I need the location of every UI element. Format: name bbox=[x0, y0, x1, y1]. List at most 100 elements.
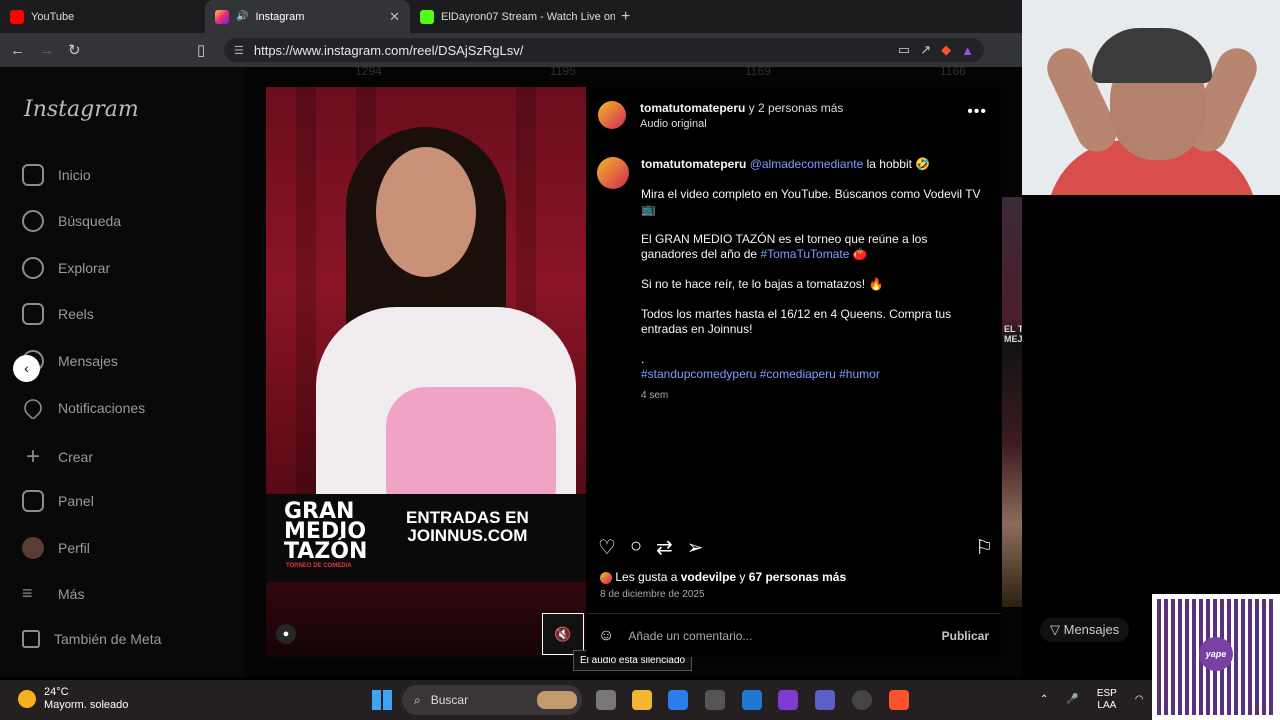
qr-pattern: yape bbox=[1157, 599, 1275, 715]
post-header-title: tomatutomateperu y 2 personas más bbox=[640, 101, 843, 115]
emoji-icon[interactable]: ☺ bbox=[598, 627, 614, 645]
reel-video[interactable]: GRAN MEDIO TAZÓN TORNEO DE COMEDIA ENTRA… bbox=[266, 87, 586, 657]
more-options-icon[interactable]: ••• bbox=[967, 103, 987, 121]
hashtags[interactable]: #standupcomedyperu #comediaperu #humor bbox=[641, 367, 981, 382]
tab-youtube[interactable]: YouTube bbox=[0, 0, 205, 33]
plus-icon: + bbox=[25, 443, 40, 470]
messages-label: Mensajes bbox=[1063, 622, 1120, 637]
cast-icon[interactable]: ▭ bbox=[898, 42, 910, 58]
app-icon[interactable] bbox=[705, 690, 725, 710]
caption-mention[interactable]: @almadecomediante bbox=[750, 157, 864, 171]
webcam-overlay bbox=[1022, 0, 1280, 195]
instagram-icon bbox=[215, 9, 229, 24]
heart-icon bbox=[20, 395, 46, 421]
weather-widget[interactable]: 24°C Mayorm. soleado bbox=[18, 686, 128, 712]
file-explorer-icon[interactable] bbox=[632, 690, 652, 710]
mute-button[interactable]: 🔇 bbox=[542, 613, 584, 655]
sidebar-item-label: Inicio bbox=[58, 167, 91, 183]
sidebar-item-dashboard[interactable]: Panel bbox=[22, 490, 94, 512]
hashtag-link[interactable]: #TomaTuTomate bbox=[760, 247, 849, 261]
sidebar-item-label: Perfil bbox=[58, 540, 90, 556]
bookmark-icon[interactable]: ▯ bbox=[197, 41, 205, 59]
sidebar-item-meta[interactable]: También de Meta bbox=[22, 630, 161, 648]
instagram-logo[interactable]: Instagram bbox=[24, 97, 139, 122]
chevron-up-icon[interactable]: ⌃ bbox=[1040, 694, 1048, 706]
forward-icon[interactable]: → bbox=[39, 42, 54, 59]
share-icon[interactable]: ➢ bbox=[687, 535, 704, 561]
visual-studio-icon[interactable] bbox=[778, 690, 798, 710]
brave-icon[interactable] bbox=[889, 690, 909, 710]
like-icon[interactable]: ♡ bbox=[598, 535, 616, 561]
face bbox=[376, 147, 476, 277]
tab-instagram[interactable]: 🔊 Instagram ✕ bbox=[205, 0, 410, 33]
audio-label[interactable]: Audio original bbox=[640, 118, 707, 130]
speaker-icon[interactable]: 🔊 bbox=[236, 11, 248, 22]
windows-start-icon[interactable] bbox=[372, 690, 392, 710]
messenger-icon: ▽ bbox=[1050, 622, 1060, 637]
comment-bar: ☺ Añade un comentario... Publicar bbox=[586, 613, 1001, 657]
likes-summary[interactable]: Les gusta a vodevilpe y 67 personas más bbox=[600, 570, 846, 584]
site-settings-icon[interactable]: ☰ bbox=[234, 44, 244, 57]
publish-button[interactable]: Publicar bbox=[942, 629, 989, 643]
search-highlight-icon bbox=[537, 691, 577, 709]
sidebar-item-explore[interactable]: Explorar bbox=[22, 257, 110, 279]
messages-bubble[interactable]: ▽ Mensajes bbox=[1040, 618, 1130, 642]
author-avatar[interactable] bbox=[598, 101, 626, 129]
language-indicator[interactable]: ESP LAA bbox=[1097, 688, 1117, 712]
taskbar-search[interactable]: ⌕ Buscar bbox=[402, 685, 582, 715]
close-tab-icon[interactable]: ✕ bbox=[389, 9, 400, 25]
liker-username[interactable]: vodevilpe bbox=[681, 570, 736, 584]
likes-prefix: Les gusta a bbox=[615, 570, 681, 584]
caption-paragraph: Si no te hace reír, te lo bajas a tomata… bbox=[641, 277, 884, 291]
caption-username[interactable]: tomatutomateperu bbox=[641, 157, 746, 171]
browser-tab-bar: YouTube 🔊 Instagram ✕ ElDayron07 Stream … bbox=[0, 0, 1022, 33]
sidebar-item-label: También de Meta bbox=[54, 631, 162, 647]
azure-icon[interactable] bbox=[742, 690, 762, 710]
author-username[interactable]: tomatutomateperu bbox=[640, 101, 745, 115]
wifi-icon[interactable]: ◠ bbox=[1135, 694, 1144, 706]
sidebar-item-label: Búsqueda bbox=[58, 213, 122, 229]
share-icon[interactable]: ↗ bbox=[920, 42, 931, 58]
comment-input[interactable]: Añade un comentario... bbox=[628, 629, 927, 643]
address-bar[interactable]: ☰ https://www.instagram.com/reel/DSAjSzR… bbox=[224, 38, 984, 62]
sidebar-item-more[interactable]: ≡ Más bbox=[22, 583, 84, 604]
reload-icon[interactable]: ↻ bbox=[68, 41, 81, 59]
url-text: https://www.instagram.com/reel/DSAjSzRgL… bbox=[253, 42, 524, 58]
brave-rewards-icon[interactable]: ▲ bbox=[961, 43, 974, 58]
back-icon[interactable]: ← bbox=[10, 42, 25, 59]
weather-text: Mayorm. soleado bbox=[44, 699, 129, 711]
previous-post-button[interactable]: ‹ bbox=[13, 355, 40, 382]
save-icon[interactable]: ⚐ bbox=[975, 535, 993, 561]
new-tab-icon[interactable]: + bbox=[621, 8, 630, 26]
task-view-icon[interactable] bbox=[596, 690, 616, 710]
sidebar-item-profile[interactable]: Perfil bbox=[22, 537, 90, 559]
sidebar-item-label: Más bbox=[58, 585, 85, 602]
sidebar-item-label: Reels bbox=[58, 306, 94, 322]
teams-icon[interactable] bbox=[815, 690, 835, 710]
sidebar-item-label: Crear bbox=[58, 449, 94, 465]
sidebar-item-create[interactable]: + Crear bbox=[22, 443, 93, 471]
sidebar-item-search[interactable]: Búsqueda bbox=[22, 210, 121, 232]
coauthors-text[interactable]: y 2 personas más bbox=[745, 101, 844, 115]
sidebar-item-home[interactable]: Inicio bbox=[22, 164, 91, 186]
comment-icon[interactable]: ○ bbox=[630, 535, 642, 561]
caption-paragraph: Todos los martes hasta el 16/12 en 4 Que… bbox=[641, 307, 952, 336]
caption-avatar[interactable] bbox=[597, 157, 629, 189]
microphone-icon[interactable]: 🎤 bbox=[1066, 694, 1078, 706]
caption-paragraph: Mira el video completo en YouTube. Búsca… bbox=[641, 187, 981, 216]
brave-shield-icon[interactable]: ◆ bbox=[941, 42, 951, 58]
muted-speaker-icon: 🔇 bbox=[554, 626, 572, 642]
likes-count[interactable]: 67 personas más bbox=[749, 570, 846, 584]
tab-title: YouTube bbox=[31, 10, 75, 23]
kick-icon bbox=[420, 9, 434, 24]
obs-icon[interactable] bbox=[852, 690, 872, 710]
sidebar-item-notifications[interactable]: Notificaciones bbox=[20, 395, 145, 421]
meta-icon bbox=[22, 630, 40, 648]
store-icon[interactable] bbox=[668, 690, 688, 710]
tab-kick[interactable]: ElDayron07 Stream - Watch Live on K bbox=[410, 0, 615, 33]
tab-title: ElDayron07 Stream - Watch Live on K bbox=[441, 10, 615, 23]
sidebar-item-reels[interactable]: Reels bbox=[22, 303, 94, 325]
tagged-user-icon[interactable]: ● bbox=[276, 624, 296, 644]
repost-icon[interactable]: ⇄ bbox=[656, 535, 673, 561]
youtube-icon bbox=[10, 9, 24, 24]
